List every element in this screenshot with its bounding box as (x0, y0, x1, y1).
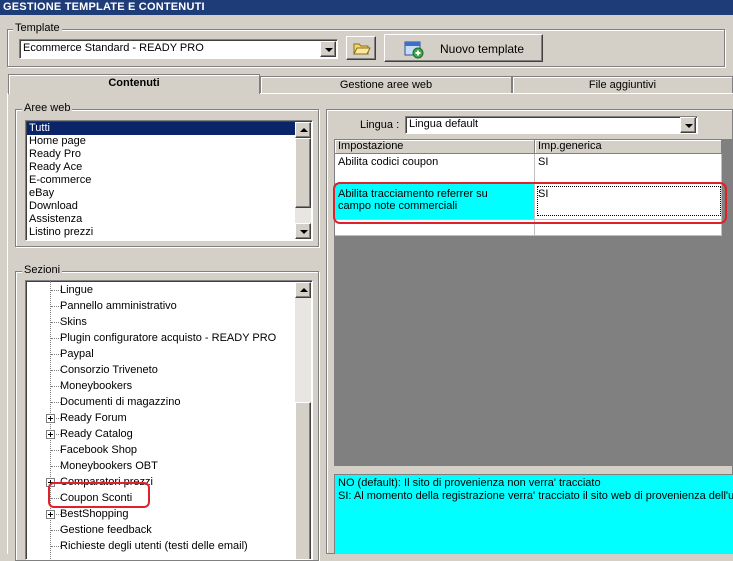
plus-icon-v (50, 432, 51, 437)
aree-web-list[interactable]: Tutti Home page Ready Pro Ready Ace E-co… (25, 120, 313, 241)
open-folder-button[interactable] (346, 36, 376, 60)
tree-item-label: Pannello amministrativo (60, 300, 177, 312)
chevron-down-icon (325, 48, 333, 52)
tree-item-label: Facebook Shop (60, 444, 138, 456)
expand-icon[interactable] (46, 510, 55, 519)
value-cell[interactable]: SI (535, 154, 722, 184)
tree-item-label: BestShopping (60, 508, 129, 520)
tab-file-aggiuntivi-label: File aggiuntivi (588, 79, 657, 91)
list-item[interactable]: Listino prezzi (27, 226, 295, 239)
expand-icon[interactable] (46, 430, 55, 439)
tree-item[interactable]: Richieste degli utenti (testi delle emai… (26, 538, 294, 554)
sezioni-tree[interactable]: Lingue Pannello amministrativo Skins Plugin… (25, 280, 313, 560)
plus-icon-v (50, 512, 51, 517)
scroll-thumb[interactable] (295, 402, 311, 559)
tree-item[interactable]: Consorzio Triveneto (26, 362, 294, 378)
folder-icon (353, 43, 371, 55)
template-dropdown-button[interactable] (320, 41, 336, 57)
column-header-impostazione[interactable]: Impostazione (335, 140, 535, 154)
tree-item-label: Plugin configuratore acquisto - READY PR… (60, 332, 277, 344)
scroll-down-button[interactable] (295, 223, 311, 239)
new-template-label: Nuovo template (440, 42, 525, 56)
chevron-down-icon (685, 124, 693, 128)
arrow-up-icon (300, 288, 308, 292)
tab-gestione-aree-web[interactable]: Gestione aree web (260, 76, 512, 94)
new-template-icon (404, 41, 424, 59)
description-line: SI: Al momento della registrazione verra… (338, 490, 733, 502)
list-item[interactable]: Download (27, 200, 295, 213)
tree-item[interactable]: Ready Forum (26, 410, 294, 426)
list-item[interactable]: Home page (27, 135, 295, 148)
tree-item[interactable]: Facebook Shop (26, 442, 294, 458)
scroll-up-button[interactable] (295, 122, 311, 138)
list-item[interactable]: Ready Ace (27, 161, 295, 174)
tab-contenuti[interactable]: Contenuti (8, 74, 260, 94)
tree-item-label: Paypal (60, 348, 94, 360)
tree-item-label: Consorzio Triveneto (60, 364, 158, 376)
lingua-select[interactable]: Lingua default (405, 116, 698, 134)
list-item[interactable]: eBay (27, 187, 295, 200)
table-row[interactable]: Abilita codici coupon SI (335, 154, 722, 184)
tree-item[interactable]: Lingue (26, 282, 294, 298)
expand-icon[interactable] (46, 414, 55, 423)
tab-gestione-aree-web-label: Gestione aree web (339, 79, 433, 91)
new-template-button[interactable]: Nuovo template (384, 34, 543, 62)
tree-item-label: Moneybookers OBT (60, 460, 158, 472)
lingua-select-value: Lingua default (409, 118, 479, 130)
tab-contenuti-label: Contenuti (108, 77, 160, 89)
sezioni-label: Sezioni (22, 264, 63, 276)
aree-web-label: Aree web (22, 102, 73, 114)
tree-item-label: Moneybookers (60, 380, 133, 392)
tab-file-aggiuntivi[interactable]: File aggiuntivi (512, 76, 733, 94)
tree-item[interactable]: Ready Catalog (26, 426, 294, 442)
tree-item-label: Documenti di magazzino (60, 396, 181, 408)
tree-item[interactable]: Pannello amministrativo (26, 298, 294, 314)
tree-item-label: Ready Catalog (60, 428, 133, 440)
tree-item[interactable]: BestShopping (26, 506, 294, 522)
referrer-row-annotation (333, 182, 727, 224)
tree-item-label: Ready Forum (60, 412, 127, 424)
arrow-down-icon (300, 230, 308, 234)
list-item[interactable]: E-commerce (27, 174, 295, 187)
scroll-up-button[interactable] (295, 282, 311, 298)
tree-item[interactable]: Plugin configuratore acquisto - READY PR… (26, 330, 294, 346)
tree-item[interactable]: Documenti di magazzino (26, 394, 294, 410)
setting-cell: Abilita codici coupon (335, 154, 535, 184)
template-select[interactable]: Ecommerce Standard - READY PRO (19, 39, 338, 59)
list-item[interactable]: Assistenza (27, 213, 295, 226)
tree-item-label: Lingue (60, 284, 94, 296)
window-title: GESTIONE TEMPLATE E CONTENUTI (0, 0, 733, 15)
column-header-imp-generica[interactable]: Imp.generica (535, 140, 722, 154)
description-box: NO (default): Il sito di provenienza non… (334, 474, 733, 554)
tree-item[interactable]: Paypal (26, 346, 294, 362)
plus-icon-v (50, 416, 51, 421)
template-group-label: Template (13, 22, 62, 34)
tree-item[interactable]: Skins (26, 314, 294, 330)
tree-item-label: Gestione feedback (60, 524, 152, 536)
tree-item[interactable]: Gestione feedback (26, 522, 294, 538)
list-item[interactable]: Ready Pro (27, 148, 295, 161)
lingua-label: Lingua : (360, 119, 400, 131)
template-select-value: Ecommerce Standard - READY PRO (23, 42, 204, 54)
sezioni-scrollbar[interactable] (295, 282, 311, 559)
tree-item-label: Richieste degli utenti (testi delle emai… (60, 540, 248, 552)
tree-item-label: Skins (60, 316, 87, 328)
list-item[interactable]: Tutti (27, 122, 295, 135)
coupon-sconti-annotation (48, 482, 150, 508)
tree-item[interactable]: Moneybookers (26, 378, 294, 394)
lingua-dropdown-button[interactable] (680, 117, 696, 133)
scroll-thumb[interactable] (295, 138, 311, 208)
aree-web-scrollbar[interactable] (295, 122, 311, 239)
aree-web-items: Tutti Home page Ready Pro Ready Ace E-co… (27, 122, 295, 239)
tree-item[interactable]: Moneybookers OBT (26, 458, 294, 474)
description-line: NO (default): Il sito di provenienza non… (338, 477, 601, 489)
arrow-up-icon (300, 128, 308, 132)
